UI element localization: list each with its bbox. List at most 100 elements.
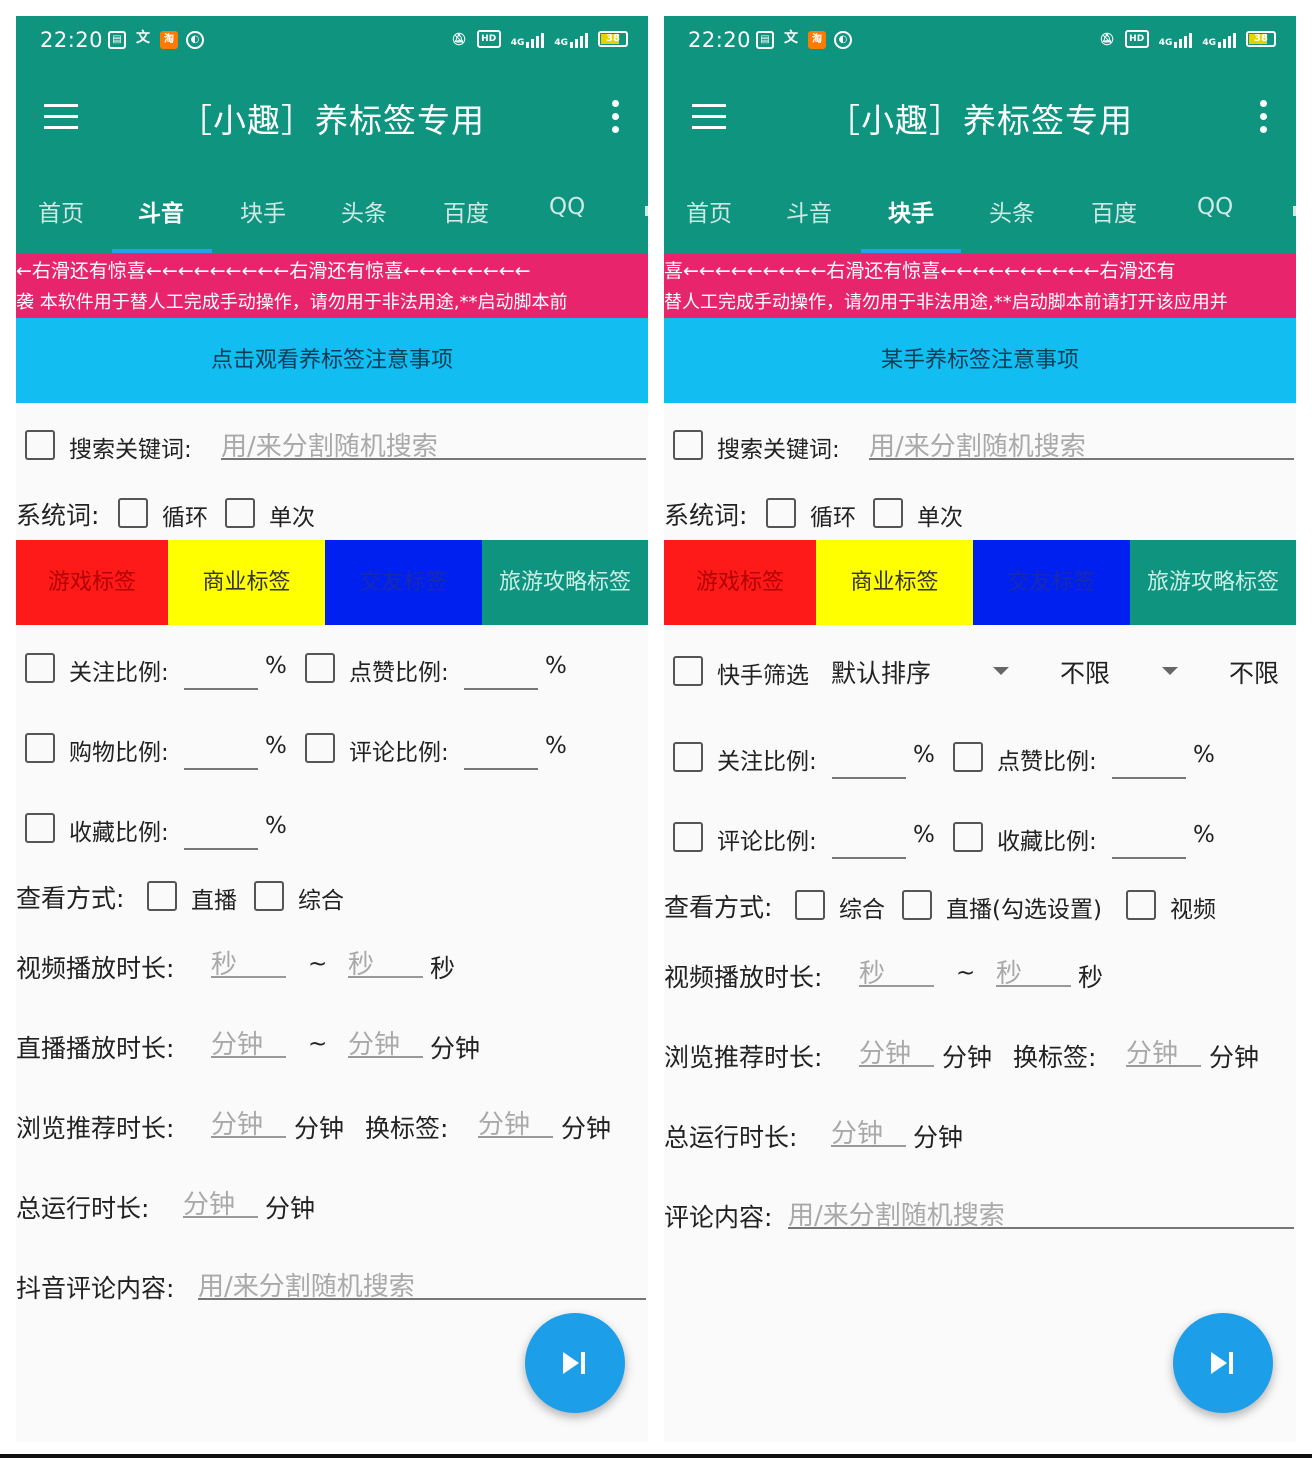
once-label: 单次 [269, 505, 315, 531]
range-tilde: ~ [308, 1031, 328, 1057]
tab-toutiao[interactable]: 头条 [341, 194, 387, 228]
signal-icon: 4G [511, 30, 545, 48]
travel-tag-button[interactable]: 旅游攻略标签 [482, 540, 648, 625]
live-duration-label: 直播播放时长: [16, 1034, 175, 1063]
business-tag-button[interactable]: 商业标签 [168, 540, 325, 625]
social-tag-button[interactable]: 交友标签 [973, 540, 1130, 625]
video-min-seconds-input[interactable]: 秒 [211, 944, 286, 980]
status-time: 22:20 [688, 28, 752, 52]
translate-icon: 文 [784, 30, 798, 46]
percent-sign: % [265, 653, 287, 679]
video-max-seconds-input[interactable]: 秒 [348, 944, 423, 980]
battery-icon: 38 [598, 31, 628, 47]
live-max-minutes-input[interactable]: 分钟 [348, 1024, 423, 1060]
limit-dropdown-2[interactable]: 不限 [1229, 654, 1279, 690]
percent-sign: % [545, 733, 567, 759]
app-title: ［小趣］养标签专用 [827, 101, 1133, 140]
more-options-icon[interactable] [612, 100, 620, 134]
shop-ratio-input[interactable] [184, 736, 258, 770]
comment-content-input[interactable]: 用/来分割随机搜索 [788, 1195, 1294, 1231]
comment-ratio-input[interactable] [832, 825, 906, 859]
video-checkbox[interactable] [1126, 890, 1156, 920]
search-input[interactable]: 用/来分割随机搜索 [869, 426, 1294, 462]
comment-ratio-input[interactable] [464, 736, 538, 770]
live-label: 直播 [191, 888, 237, 914]
comment-ratio-checkbox[interactable] [673, 822, 703, 852]
video-min-seconds-input[interactable]: 秒 [859, 953, 934, 989]
tab-qq[interactable]: QQ [549, 194, 585, 220]
video-max-seconds-input[interactable]: 秒 [996, 953, 1071, 989]
fav-ratio-checkbox[interactable] [25, 813, 55, 843]
loop-label: 循环 [810, 505, 856, 531]
social-tag-button[interactable]: 交友标签 [325, 540, 482, 625]
browse-minutes-input[interactable]: 分钟 [211, 1104, 286, 1140]
chevron-down-icon[interactable] [993, 667, 1009, 675]
live-checkbox[interactable] [147, 881, 177, 911]
loop-checkbox[interactable] [118, 498, 148, 528]
tab-douyin[interactable]: 斗音 [138, 194, 184, 228]
limit-dropdown-1[interactable]: 不限 [1060, 654, 1110, 690]
total-minutes-input[interactable]: 分钟 [183, 1184, 258, 1220]
tab-baidu[interactable]: 百度 [443, 194, 489, 228]
switch-tag-minutes-input[interactable]: 分钟 [1126, 1033, 1201, 1069]
screenshot-page: 22:20 ▤ 文 淘 ◐ 🔕︎ HD 4G 4G 38 ［小趣］养标签专用 首… [0, 0, 1312, 1458]
comment-ratio-checkbox[interactable] [305, 733, 335, 763]
kuaishou-filter-checkbox[interactable] [673, 656, 703, 686]
play-skip-icon [1211, 1351, 1235, 1375]
like-ratio-checkbox[interactable] [953, 742, 983, 772]
like-ratio-input[interactable] [1112, 745, 1186, 779]
search-checkbox[interactable] [25, 430, 55, 460]
system-words-label: 系统词: [664, 501, 748, 530]
tab-qq[interactable]: QQ [1197, 194, 1233, 220]
minutes-unit: 分钟 [1209, 1043, 1260, 1072]
tab-kuaishou[interactable]: 块手 [888, 194, 934, 228]
chevron-down-icon[interactable] [1162, 667, 1178, 675]
game-tag-button[interactable]: 游戏标签 [16, 540, 168, 625]
mix-checkbox[interactable] [254, 881, 284, 911]
fav-ratio-checkbox[interactable] [953, 822, 983, 852]
live-min-minutes-input[interactable]: 分钟 [211, 1024, 286, 1060]
travel-tag-button[interactable]: 旅游攻略标签 [1130, 540, 1296, 625]
search-checkbox[interactable] [673, 430, 703, 460]
like-ratio-checkbox[interactable] [305, 653, 335, 683]
tab-home[interactable]: 首页 [686, 194, 732, 228]
search-input[interactable]: 用/来分割随机搜索 [221, 426, 646, 462]
once-checkbox[interactable] [873, 498, 903, 528]
percent-sign: % [913, 742, 935, 768]
tab-toutiao[interactable]: 头条 [989, 194, 1035, 228]
notice-button[interactable]: 点击观看养标签注意事项 [16, 318, 648, 403]
disclaimer-banner: 袭 本软件用于替人工完成手动操作，请勿用于非法用途,**启动脚本前 [16, 288, 648, 318]
start-script-button[interactable] [525, 1313, 625, 1413]
shop-ratio-checkbox[interactable] [25, 733, 55, 763]
fav-ratio-input[interactable] [1112, 825, 1186, 859]
tab-kuaishou[interactable]: 块手 [240, 194, 286, 228]
once-checkbox[interactable] [225, 498, 255, 528]
notice-button[interactable]: 某手养标签注意事项 [664, 318, 1296, 403]
tab-douyin[interactable]: 斗音 [786, 194, 832, 228]
more-options-icon[interactable] [1260, 100, 1268, 134]
follow-ratio-checkbox[interactable] [25, 653, 55, 683]
tab-home[interactable]: 首页 [38, 194, 84, 228]
phone-right: 22:20 ▤ 文 淘 ◐ 🔕︎ HD 4G 4G 38 ［小趣］养标签专用 首… [664, 16, 1296, 1442]
switch-tag-minutes-input[interactable]: 分钟 [478, 1104, 553, 1140]
business-tag-button[interactable]: 商业标签 [816, 540, 973, 625]
tab-indicator [861, 249, 961, 253]
sort-dropdown[interactable]: 默认排序 [831, 654, 931, 690]
comment-content-input[interactable]: 用/来分割随机搜索 [198, 1266, 646, 1302]
game-tag-button[interactable]: 游戏标签 [664, 540, 816, 625]
like-ratio-input[interactable] [464, 656, 538, 690]
loop-checkbox[interactable] [766, 498, 796, 528]
total-minutes-input[interactable]: 分钟 [831, 1113, 906, 1149]
browse-minutes-input[interactable]: 分钟 [859, 1033, 934, 1069]
follow-ratio-input[interactable] [184, 656, 258, 690]
signal-icon: 4G [554, 30, 588, 48]
percent-sign: % [265, 733, 287, 759]
loop-label: 循环 [162, 505, 208, 531]
mix-checkbox[interactable] [795, 890, 825, 920]
live-checkbox[interactable] [902, 890, 932, 920]
tab-baidu[interactable]: 百度 [1091, 194, 1137, 228]
follow-ratio-input[interactable] [832, 745, 906, 779]
fav-ratio-input[interactable] [184, 816, 258, 850]
start-script-button[interactable] [1173, 1313, 1273, 1413]
follow-ratio-checkbox[interactable] [673, 742, 703, 772]
